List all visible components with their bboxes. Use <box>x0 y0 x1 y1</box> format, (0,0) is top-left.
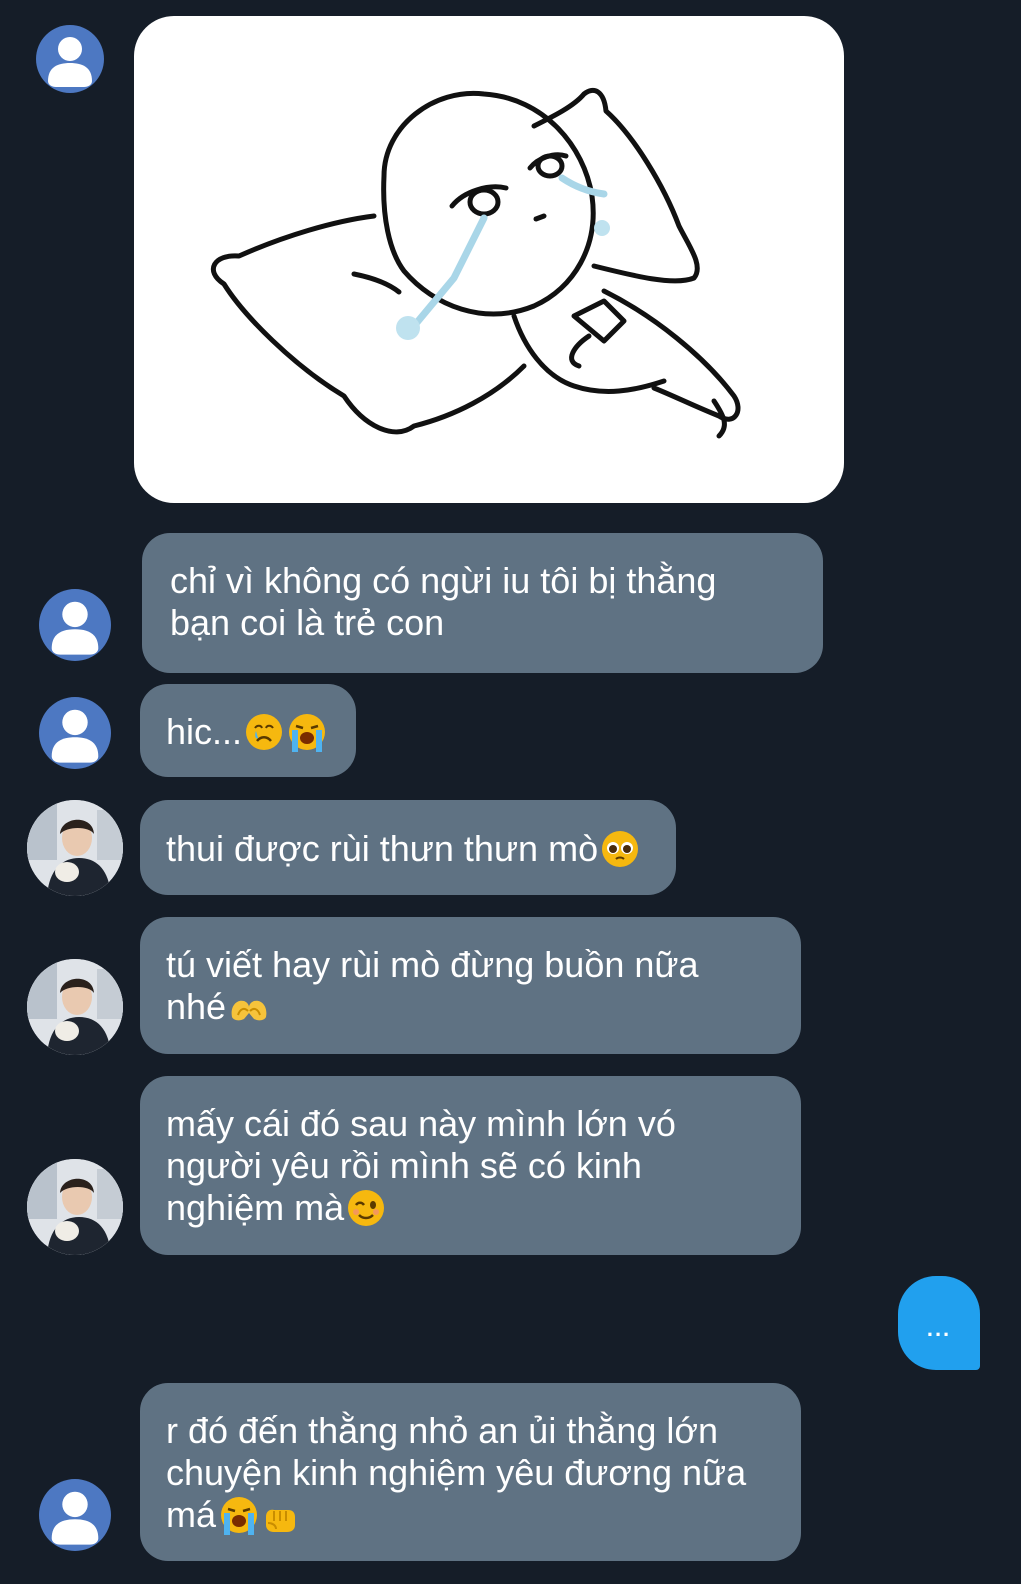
sender-avatar-photo[interactable] <box>27 959 123 1055</box>
profile-photo <box>27 1159 123 1255</box>
crying-pillow-sticker[interactable] <box>134 16 844 503</box>
sender-avatar-photo[interactable] <box>27 1159 123 1255</box>
message-bubble[interactable]: r đó đến thằng nhỏ an ủi thằng lớn chuyệ… <box>140 1383 801 1561</box>
typing-dots: ... <box>926 1316 952 1341</box>
message-text-row: nhé <box>166 986 775 1028</box>
default-user-icon <box>51 709 99 763</box>
profile-photo <box>27 800 123 896</box>
crying-face-emoji <box>246 714 283 750</box>
profile-photo <box>27 959 123 1055</box>
message-text: thui được rùi thưn thưn mò <box>166 828 599 869</box>
message-text-row: nghiệm mà <box>166 1187 775 1229</box>
message-text-row: hic... <box>166 711 330 753</box>
pleading-face-emoji <box>602 831 639 867</box>
winking-face-emoji <box>348 1190 385 1226</box>
message-text-line: mấy cái đó sau này mình lớn vó <box>166 1103 676 1144</box>
message-bubble[interactable]: mấy cái đó sau này mình lớn vó người yêu… <box>140 1076 801 1255</box>
message-text: hic... <box>166 711 243 752</box>
sender-avatar-photo[interactable] <box>27 800 123 896</box>
message-text-row: má <box>166 1494 775 1536</box>
message-text-line: người yêu rồi mình sẽ có kinh <box>166 1145 642 1186</box>
message-text: nhé <box>166 986 227 1027</box>
message-text-row: thui được rùi thưn thưn mò <box>166 828 650 870</box>
default-user-icon <box>51 601 99 655</box>
message-text: má <box>166 1494 217 1535</box>
sender-avatar-default[interactable] <box>39 589 111 661</box>
message-bubble[interactable]: thui được rùi thưn thưn mò <box>140 800 676 895</box>
typing-indicator: ... <box>898 1276 980 1370</box>
loudly-crying-face-emoji <box>221 1497 258 1535</box>
message-text-line: bạn coi là trẻ con <box>170 602 445 643</box>
sender-avatar-default[interactable] <box>36 25 104 93</box>
loudly-crying-face-emoji <box>289 714 326 752</box>
message-bubble[interactable]: chỉ vì không có ngừi iu tôi bị thằng bạn… <box>142 533 823 673</box>
heart-hands-emoji <box>231 1000 267 1021</box>
default-user-icon <box>48 37 92 87</box>
message-text-line: chỉ vì không có ngừi iu tôi bị thằng <box>170 560 717 601</box>
message-text: nghiệm mà <box>166 1187 345 1228</box>
sender-avatar-default[interactable] <box>39 697 111 769</box>
message-bubble[interactable]: hic... <box>140 684 356 777</box>
message-text-line: chuyện kinh nghiệm yêu đương nữa <box>166 1452 747 1493</box>
sender-avatar-default[interactable] <box>39 1479 111 1551</box>
message-bubble[interactable]: tú viết hay rùi mò đừng buồn nữa nhé <box>140 917 801 1054</box>
message-text-line: r đó đến thằng nhỏ an ủi thằng lớn <box>166 1410 719 1451</box>
oncoming-fist-emoji <box>266 1509 296 1532</box>
default-user-icon <box>51 1491 99 1545</box>
message-text-line: tú viết hay rùi mò đừng buồn nữa <box>166 944 699 985</box>
